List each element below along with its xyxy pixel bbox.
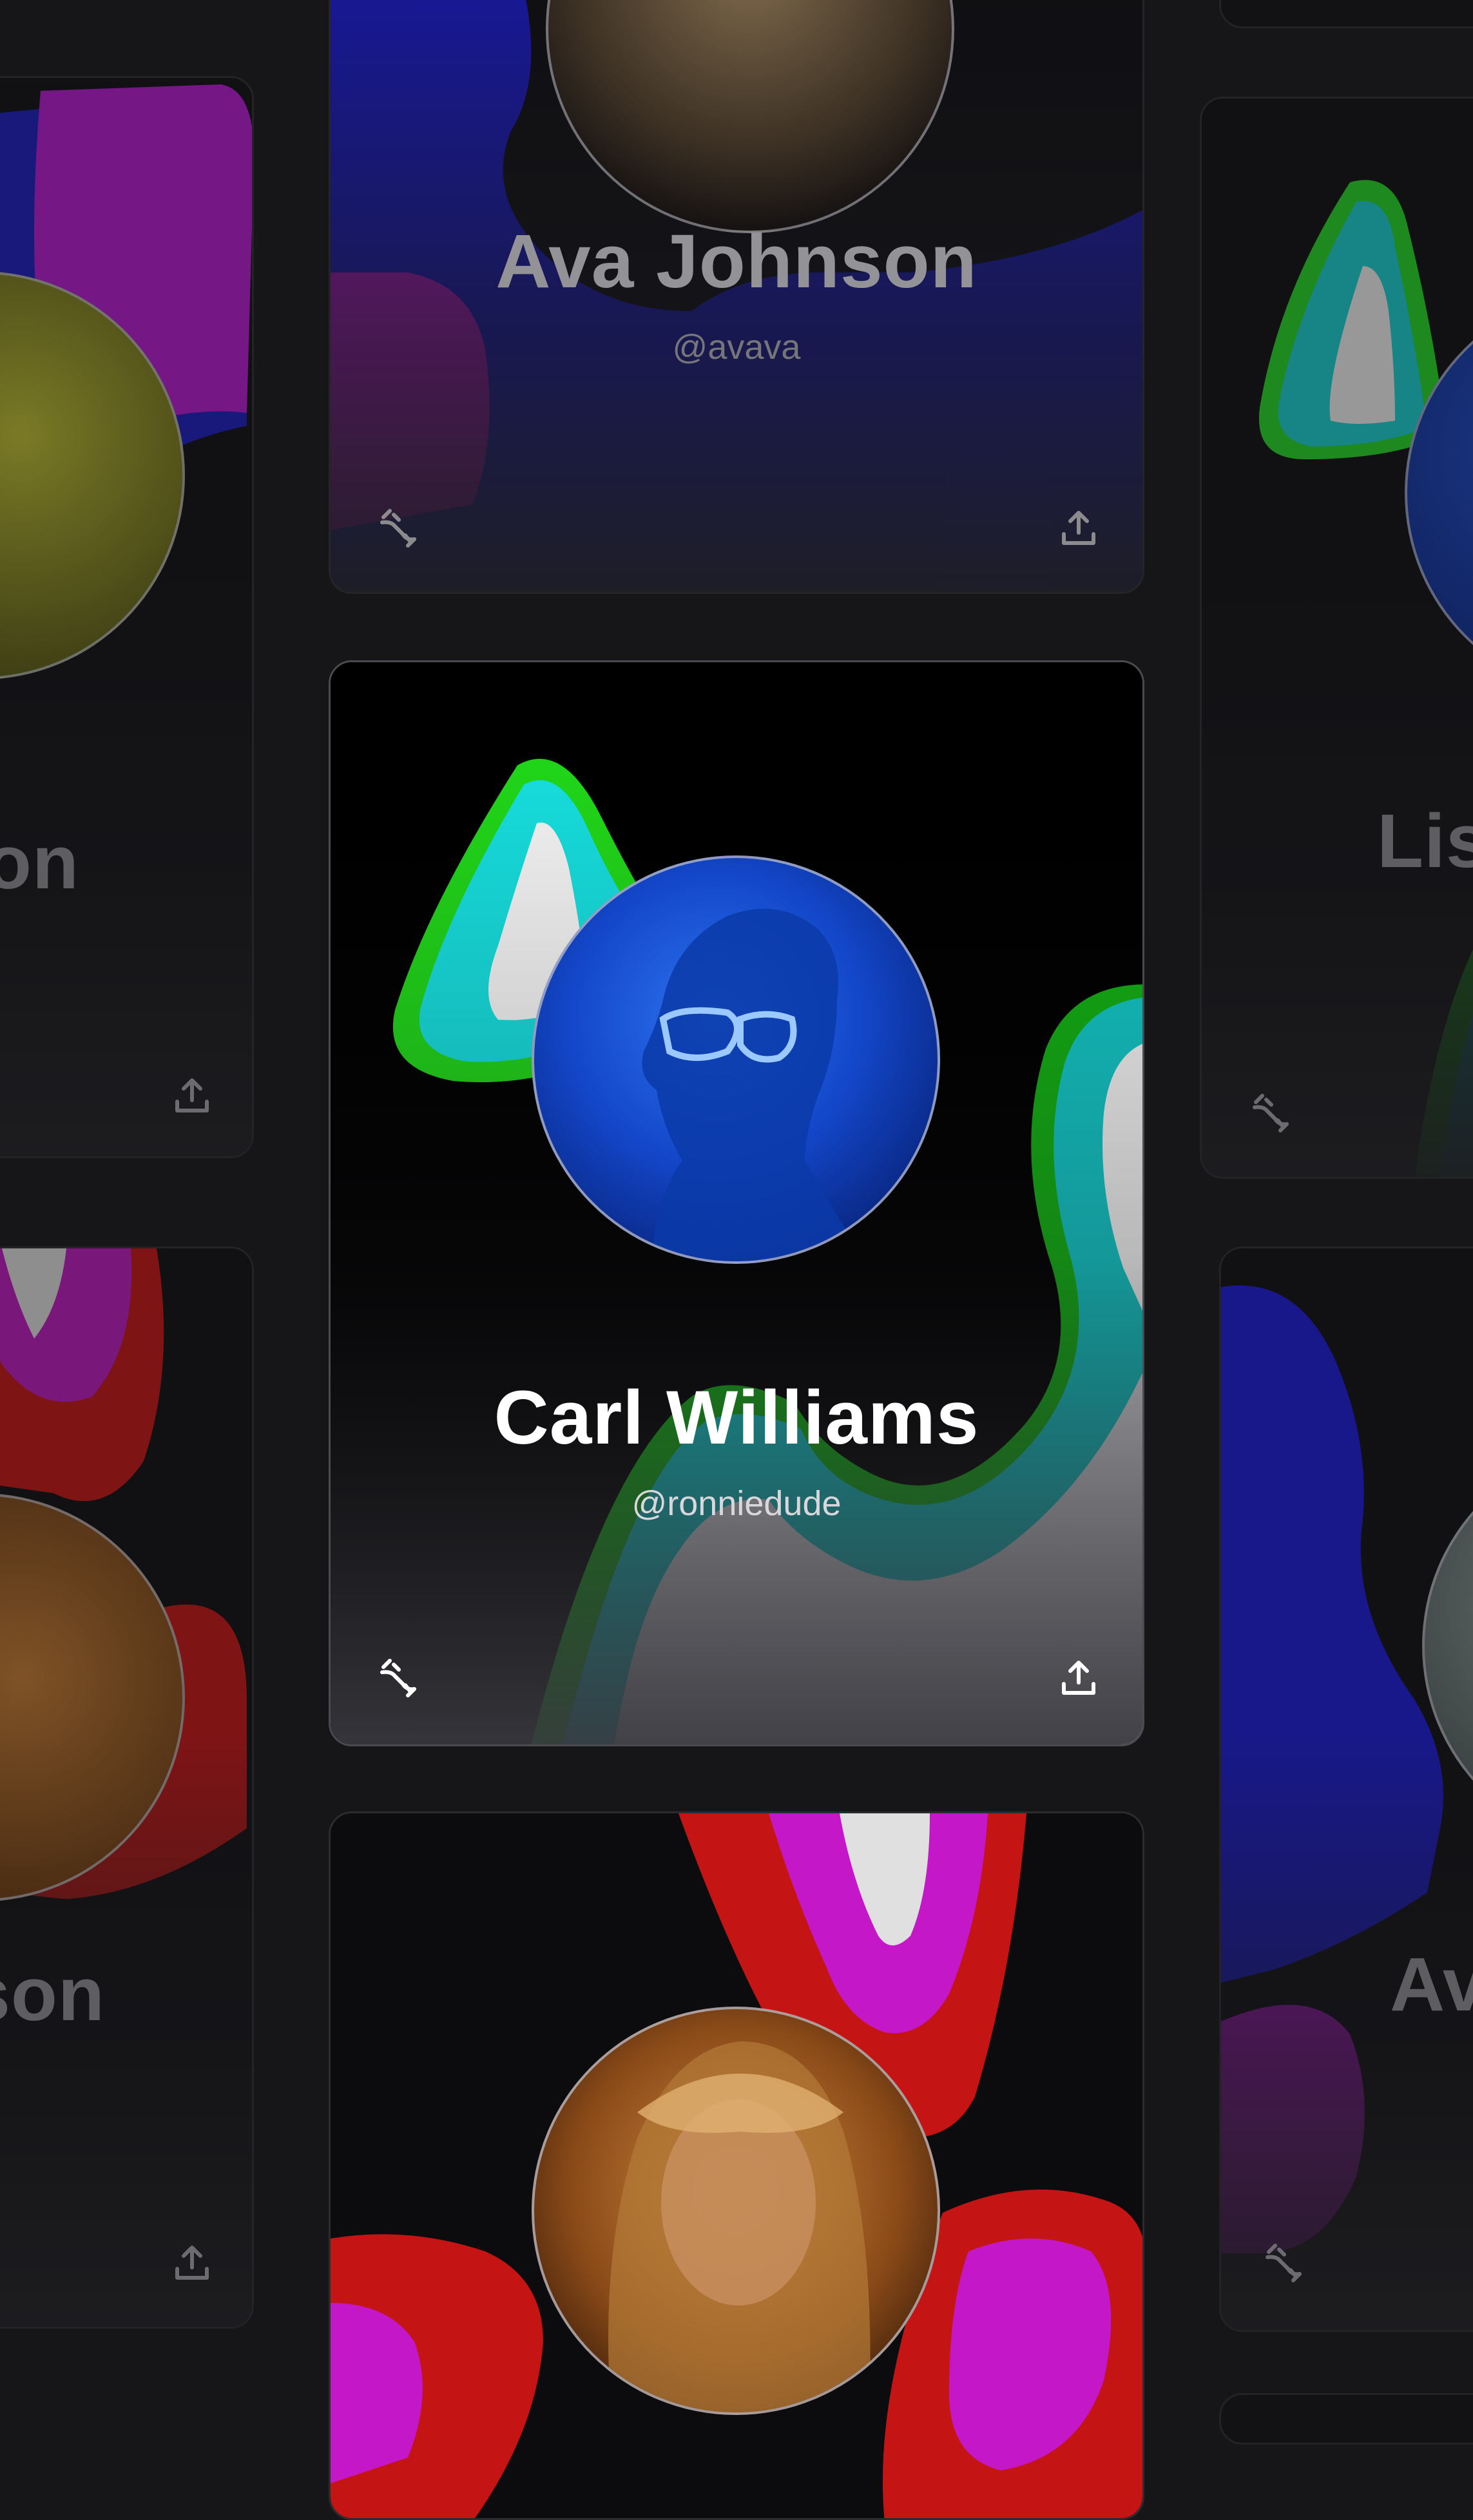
profile-card-right-edge-top xyxy=(1219,0,1473,28)
profile-handle: @ronniedude xyxy=(631,1484,842,1523)
avatar xyxy=(532,855,940,1264)
profile-handle: @avava xyxy=(672,328,801,367)
share-upload-icon[interactable] xyxy=(169,2240,215,2286)
profile-card-right-bottom[interactable]: Av xyxy=(1219,1246,1473,2332)
profile-card-ava-johnson[interactable]: Ava Johnson @avava xyxy=(329,0,1144,594)
profile-name: Av xyxy=(1390,1942,1473,2027)
share-upload-icon[interactable] xyxy=(169,1073,215,1118)
profile-card-right-top[interactable]: Lis xyxy=(1200,97,1473,1179)
profile-card-right-edge-bottom xyxy=(1219,2393,1473,2445)
profile-card-bottom[interactable] xyxy=(329,1811,1144,2520)
share-upload-icon[interactable] xyxy=(1056,1656,1101,1701)
unlink-icon[interactable] xyxy=(376,506,421,551)
profile-name: Lis xyxy=(1377,799,1473,884)
profile-card-carl-williams[interactable]: Carl Williams @ronniedude xyxy=(329,660,1144,1746)
profile-name: oson xyxy=(0,1952,105,2037)
profile-card-left-top[interactable]: on xyxy=(0,76,254,1158)
profile-name: Carl Williams xyxy=(494,1375,979,1460)
profile-card-gallery: { "gallery": { "cards": [ { "id": "ava-t… xyxy=(0,0,1473,2520)
profile-card-left-bottom[interactable]: oson xyxy=(0,1246,254,2329)
unlink-icon[interactable] xyxy=(1248,1091,1293,1136)
share-upload-icon[interactable] xyxy=(1056,506,1101,551)
portrait-silhouette xyxy=(608,2041,871,2412)
profile-name: Ava Johnson xyxy=(496,219,977,304)
unlink-icon[interactable] xyxy=(1261,2240,1306,2286)
portrait-silhouette xyxy=(642,908,866,1261)
avatar xyxy=(532,2007,940,2415)
profile-name: on xyxy=(0,820,79,905)
unlink-icon[interactable] xyxy=(376,1656,421,1701)
